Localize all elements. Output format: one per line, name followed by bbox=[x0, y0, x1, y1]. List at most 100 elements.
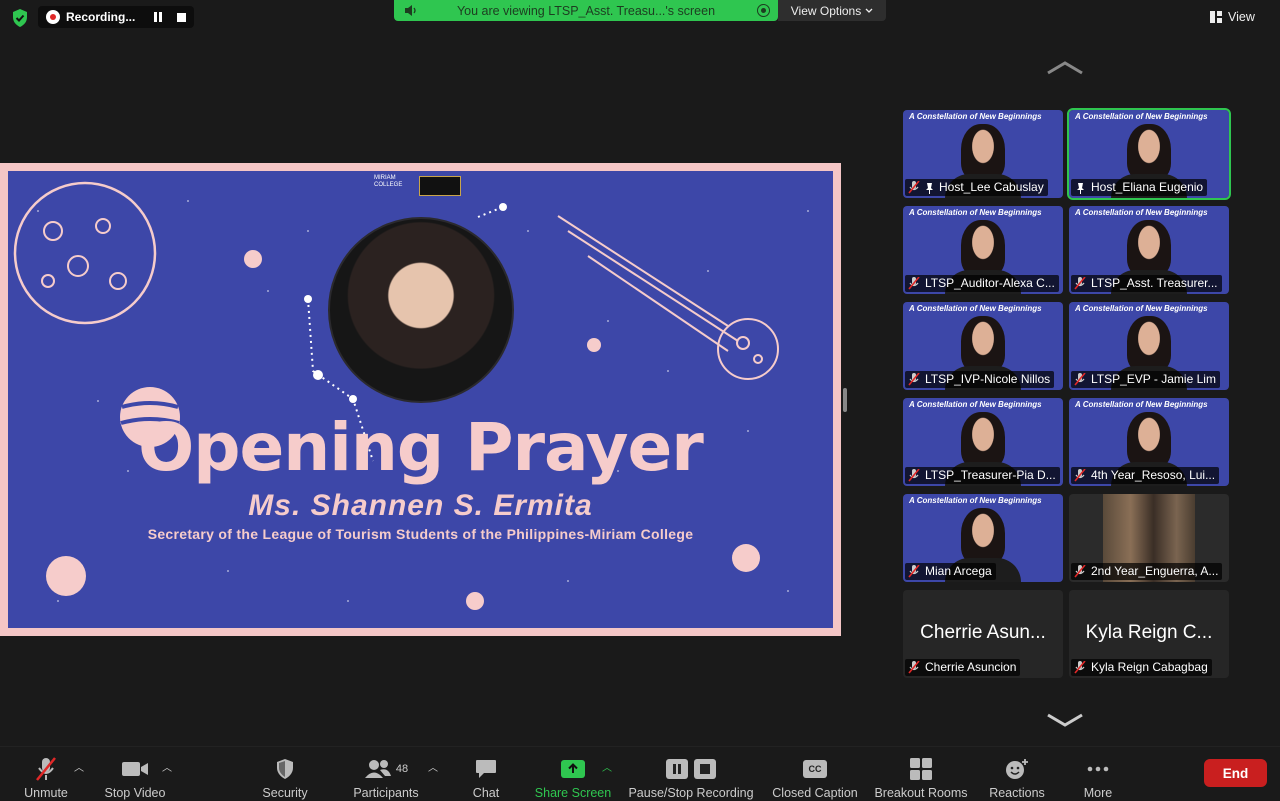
participant-tile[interactable]: 2nd Year_Enguerra, A... bbox=[1069, 494, 1229, 582]
video-options-caret-icon[interactable]: ︿ bbox=[162, 759, 172, 774]
participant-name-tag: LTSP_Auditor-Alexa C... bbox=[905, 275, 1059, 292]
reactions-label: Reactions bbox=[989, 786, 1045, 800]
participant-display-name: Kyla Reign C... bbox=[1085, 622, 1213, 643]
participants-icon bbox=[364, 760, 391, 778]
security-button[interactable]: Security bbox=[255, 747, 315, 801]
participant-tile[interactable]: Kyla Reign C... Kyla Reign Cabagbag bbox=[1069, 590, 1229, 678]
participant-name: LTSP_Auditor-Alexa C... bbox=[925, 276, 1055, 290]
pin-icon bbox=[1076, 182, 1085, 196]
chat-button[interactable]: Chat bbox=[460, 747, 512, 801]
closed-caption-button[interactable]: CC Closed Caption bbox=[768, 747, 862, 801]
cc-badge-text: CC bbox=[808, 764, 822, 774]
participants-count: 48 bbox=[395, 763, 409, 775]
stop-video-label: Stop Video bbox=[104, 786, 166, 800]
reactions-button[interactable]: Reactions bbox=[986, 747, 1048, 801]
end-meeting-button[interactable]: End bbox=[1204, 759, 1267, 787]
more-dots-icon bbox=[1087, 766, 1109, 772]
logo-text: MIRIAM COLLEGE bbox=[374, 175, 403, 188]
participant-video bbox=[961, 316, 1005, 372]
participants-label: Participants bbox=[353, 786, 419, 800]
chat-label: Chat bbox=[472, 786, 500, 800]
participant-tile[interactable]: A Constellation of New Beginnings LTSP_EV… bbox=[1069, 302, 1229, 390]
chevron-down-icon bbox=[865, 8, 873, 13]
participant-name-tag: 2nd Year_Enguerra, A... bbox=[1071, 563, 1223, 580]
view-options-button[interactable]: View Options bbox=[778, 0, 886, 21]
closed-caption-label: Closed Caption bbox=[772, 786, 858, 800]
encryption-shield-icon[interactable] bbox=[10, 8, 30, 28]
share-screen-button[interactable]: Share Screen bbox=[532, 747, 614, 801]
pause-stop-recording-label: Pause/Stop Recording bbox=[628, 786, 754, 800]
share-screen-label: Share Screen bbox=[534, 786, 612, 800]
gallery-scroll-down-icon[interactable] bbox=[1046, 712, 1084, 728]
virtual-background-text: A Constellation of New Beginnings bbox=[1075, 112, 1208, 121]
audio-options-caret-icon[interactable]: ︿ bbox=[74, 759, 84, 774]
participant-tile[interactable]: A Constellation of New Beginnings LTSP_Au… bbox=[903, 206, 1063, 294]
participant-name: LTSP_Asst. Treasurer... bbox=[1091, 276, 1218, 290]
muted-mic-icon bbox=[908, 468, 920, 482]
pause-recording-icon[interactable] bbox=[153, 12, 163, 22]
chat-bubble-icon bbox=[476, 760, 496, 778]
participants-options-caret-icon[interactable]: ︿ bbox=[428, 759, 438, 774]
participant-name: 4th Year_Resoso, Lui... bbox=[1091, 468, 1216, 482]
participant-name-tag: LTSP_Asst. Treasurer... bbox=[1071, 275, 1222, 292]
participant-display-name: Cherrie Asun... bbox=[920, 622, 1046, 643]
screen-share-banner: You are viewing LTSP_Asst. Treasu...'s s… bbox=[394, 0, 778, 21]
recording-indicator[interactable]: Recording... bbox=[38, 6, 194, 28]
participant-name-tag: Cherrie Asuncion bbox=[905, 659, 1021, 676]
participant-tile[interactable]: A Constellation of New Beginnings LTSP_Tr… bbox=[903, 398, 1063, 486]
virtual-background-text: A Constellation of New Beginnings bbox=[1075, 400, 1208, 409]
participant-tile[interactable]: A Constellation of New Beginnings Host_Le… bbox=[903, 110, 1063, 198]
muted-mic-icon bbox=[908, 180, 920, 194]
participant-tile[interactable]: A Constellation of New Beginnings Host_El… bbox=[1067, 108, 1231, 200]
participant-video bbox=[961, 508, 1005, 564]
breakout-rooms-button[interactable]: Breakout Rooms bbox=[872, 747, 970, 801]
miriam-college-logo: MIRIAM COLLEGE bbox=[374, 175, 414, 199]
virtual-background-text: A Constellation of New Beginnings bbox=[909, 400, 1042, 409]
pause-stop-recording-button[interactable]: Pause/Stop Recording bbox=[626, 747, 756, 801]
more-button[interactable]: More bbox=[1072, 747, 1124, 801]
participant-name: LTSP_IVP-Nicole Nillos bbox=[925, 372, 1051, 386]
participant-tile[interactable]: A Constellation of New Beginnings 4th Yea… bbox=[1069, 398, 1229, 486]
view-button[interactable]: View bbox=[1210, 6, 1274, 28]
panel-resize-handle[interactable] bbox=[843, 388, 847, 412]
speaker-photo bbox=[328, 217, 514, 403]
ltsp-logo bbox=[419, 176, 461, 196]
participant-tile[interactable]: A Constellation of New Beginnings Mian Ar… bbox=[903, 494, 1063, 582]
pause-icon bbox=[666, 759, 688, 779]
speaker-icon[interactable] bbox=[404, 4, 418, 17]
participant-video bbox=[961, 412, 1005, 468]
muted-mic-icon bbox=[908, 660, 920, 674]
shared-screen: MIRIAM COLLEGE Opening Prayer Ms. Shanne… bbox=[8, 171, 833, 628]
gallery-scroll-up-icon[interactable] bbox=[1046, 60, 1084, 76]
participant-name-tag: Host_Eliana Eugenio bbox=[1071, 179, 1208, 196]
participant-tile[interactable]: A Constellation of New Beginnings LTSP_As… bbox=[1069, 206, 1229, 294]
share-screen-icon bbox=[561, 760, 585, 778]
recording-label: Recording... bbox=[66, 10, 136, 24]
moon-icon bbox=[13, 181, 157, 325]
share-options-caret-icon[interactable]: ︿ bbox=[602, 759, 612, 774]
participant-name: 2nd Year_Enguerra, A... bbox=[1091, 564, 1219, 578]
stop-video-button[interactable]: Stop Video bbox=[100, 747, 170, 801]
participant-name: Host_Eliana Eugenio bbox=[1091, 180, 1204, 194]
breakout-rooms-label: Breakout Rooms bbox=[874, 786, 968, 800]
participant-video bbox=[1127, 124, 1171, 180]
reaction-smiley-icon bbox=[1006, 759, 1028, 779]
participant-tile[interactable]: Cherrie Asun... Cherrie Asuncion bbox=[903, 590, 1063, 678]
stop-share-icon[interactable] bbox=[757, 4, 770, 17]
participants-button[interactable]: 48 Participants bbox=[350, 747, 422, 801]
stop-recording-icon[interactable] bbox=[177, 12, 186, 22]
participant-video bbox=[1127, 220, 1171, 276]
participant-name: Mian Arcega bbox=[925, 564, 992, 578]
security-label: Security bbox=[262, 786, 308, 800]
participant-name: Host_Lee Cabuslay bbox=[939, 180, 1044, 194]
unmute-button[interactable]: Unmute bbox=[16, 747, 76, 801]
participant-name: Kyla Reign Cabagbag bbox=[1091, 660, 1208, 674]
virtual-background-text: A Constellation of New Beginnings bbox=[909, 208, 1042, 217]
participant-name: LTSP_EVP - Jamie Lim bbox=[1091, 372, 1216, 386]
muted-mic-icon bbox=[1074, 276, 1086, 290]
participant-video bbox=[961, 220, 1005, 276]
slide-title: Opening Prayer bbox=[138, 409, 704, 486]
participant-tile[interactable]: A Constellation of New Beginnings LTSP_IV… bbox=[903, 302, 1063, 390]
speaker-name: Ms. Shannen S. Ermita bbox=[248, 489, 593, 522]
participant-name-tag: Kyla Reign Cabagbag bbox=[1071, 659, 1212, 676]
